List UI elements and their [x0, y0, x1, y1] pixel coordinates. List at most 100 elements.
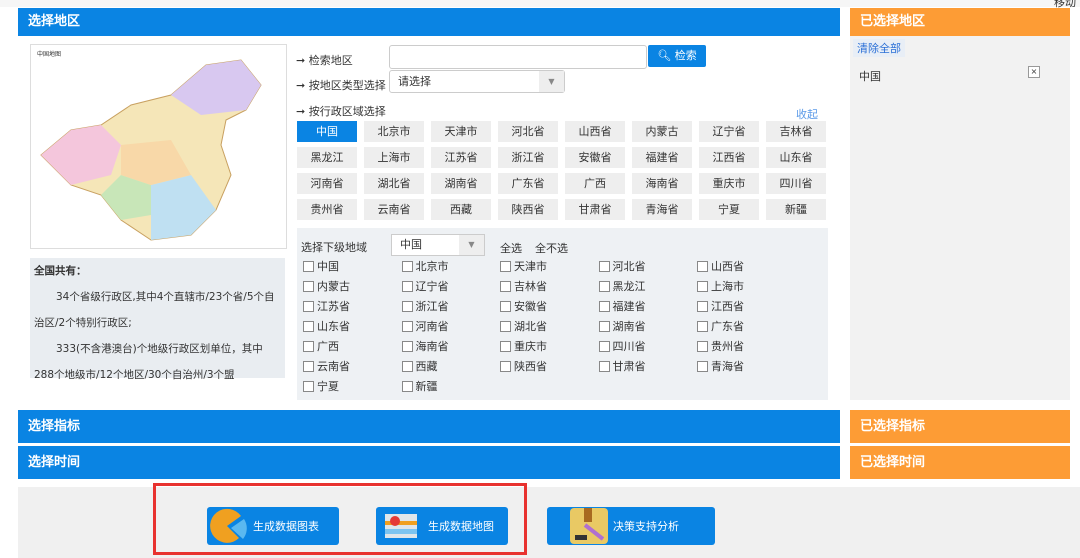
sub-region-checkbox[interactable]: 新疆	[401, 378, 438, 394]
checkbox-icon[interactable]	[401, 380, 413, 392]
region-button[interactable]: 甘肃省	[565, 199, 625, 220]
sub-region-checkbox[interactable]: 吉林省	[500, 278, 547, 294]
region-button[interactable]: 吉林省	[766, 121, 826, 142]
region-button[interactable]: 江苏省	[431, 147, 491, 168]
region-button[interactable]: 山西省	[565, 121, 625, 142]
remove-icon[interactable]: ×	[1028, 66, 1040, 78]
sub-region-checkbox[interactable]: 云南省	[303, 358, 350, 374]
type-select[interactable]: 请选择 ▼	[389, 70, 565, 93]
region-button[interactable]: 安徽省	[565, 147, 625, 168]
checkbox-icon[interactable]	[598, 280, 610, 292]
checkbox-icon[interactable]	[598, 340, 610, 352]
select-all-link[interactable]: 全选	[500, 240, 522, 256]
checkbox-icon[interactable]	[500, 300, 511, 312]
select-indicator-bar[interactable]: 选择指标	[18, 410, 840, 443]
region-button[interactable]: 内蒙古	[632, 121, 692, 142]
region-button[interactable]: 福建省	[632, 147, 692, 168]
checkbox-icon[interactable]	[303, 380, 314, 392]
sub-region-checkbox[interactable]: 河北省	[598, 258, 646, 274]
checkbox-icon[interactable]	[697, 360, 708, 372]
sub-region-checkbox[interactable]: 湖南省	[598, 318, 646, 334]
checkbox-icon[interactable]	[598, 260, 610, 272]
sub-region-checkbox[interactable]: 贵州省	[697, 338, 744, 354]
checkbox-icon[interactable]	[697, 340, 708, 352]
region-button[interactable]: 辽宁省	[699, 121, 759, 142]
sub-region-checkbox[interactable]: 海南省	[401, 338, 449, 354]
region-button[interactable]: 山东省	[766, 147, 826, 168]
region-button[interactable]: 云南省	[364, 199, 424, 220]
region-button[interactable]: 湖北省	[364, 173, 424, 194]
checkbox-icon[interactable]	[401, 300, 413, 312]
sub-region-checkbox[interactable]: 宁夏	[303, 378, 339, 394]
region-button[interactable]: 西藏	[431, 199, 491, 220]
region-button[interactable]: 广东省	[498, 173, 558, 194]
sub-region-checkbox[interactable]: 福建省	[598, 298, 646, 314]
sub-region-checkbox[interactable]: 内蒙古	[303, 278, 350, 294]
region-button[interactable]: 青海省	[632, 199, 692, 220]
region-button[interactable]: 新疆	[766, 199, 826, 220]
region-button[interactable]: 中国	[297, 121, 357, 142]
checkbox-icon[interactable]	[598, 300, 610, 312]
search-input[interactable]	[389, 45, 647, 69]
sub-region-select[interactable]: 中国 ▼	[391, 234, 485, 256]
sub-region-checkbox[interactable]: 辽宁省	[401, 278, 449, 294]
sub-region-checkbox[interactable]: 天津市	[500, 258, 547, 274]
checkbox-icon[interactable]	[697, 280, 708, 292]
sub-region-checkbox[interactable]: 山西省	[697, 258, 744, 274]
region-button[interactable]: 天津市	[431, 121, 491, 142]
region-button[interactable]: 四川省	[766, 173, 826, 194]
region-button[interactable]: 上海市	[364, 147, 424, 168]
sub-region-checkbox[interactable]: 湖北省	[500, 318, 547, 334]
checkbox-icon[interactable]	[303, 320, 314, 332]
region-button[interactable]: 河北省	[498, 121, 558, 142]
checkbox-icon[interactable]	[401, 280, 413, 292]
sub-region-checkbox[interactable]: 河南省	[401, 318, 449, 334]
sub-region-checkbox[interactable]: 广东省	[697, 318, 744, 334]
china-map[interactable]: 中国地图	[30, 44, 287, 249]
checkbox-icon[interactable]	[598, 320, 610, 332]
clear-all-button[interactable]: 清除全部	[853, 39, 905, 57]
checkbox-icon[interactable]	[303, 260, 314, 272]
checkbox-icon[interactable]	[598, 360, 610, 372]
region-button[interactable]: 海南省	[632, 173, 692, 194]
sub-region-checkbox[interactable]: 甘肃省	[598, 358, 646, 374]
sub-region-checkbox[interactable]: 重庆市	[500, 338, 547, 354]
sub-region-checkbox[interactable]: 山东省	[303, 318, 350, 334]
checkbox-icon[interactable]	[500, 340, 511, 352]
decision-support-button[interactable]: 决策支持分析	[547, 507, 715, 545]
checkbox-icon[interactable]	[500, 260, 511, 272]
checkbox-icon[interactable]	[500, 320, 511, 332]
checkbox-icon[interactable]	[697, 320, 708, 332]
sub-region-checkbox[interactable]: 江西省	[697, 298, 744, 314]
select-none-link[interactable]: 全不选	[535, 240, 568, 256]
checkbox-icon[interactable]	[401, 320, 413, 332]
checkbox-icon[interactable]	[401, 340, 413, 352]
checkbox-icon[interactable]	[697, 300, 708, 312]
sub-region-checkbox[interactable]: 陕西省	[500, 358, 547, 374]
region-button[interactable]: 宁夏	[699, 199, 759, 220]
sub-region-checkbox[interactable]: 西藏	[401, 358, 438, 374]
region-button[interactable]: 湖南省	[431, 173, 491, 194]
sub-region-checkbox[interactable]: 上海市	[697, 278, 744, 294]
select-time-bar[interactable]: 选择时间	[18, 446, 840, 479]
region-button[interactable]: 浙江省	[498, 147, 558, 168]
checkbox-icon[interactable]	[500, 280, 511, 292]
region-button[interactable]: 贵州省	[297, 199, 357, 220]
sub-region-checkbox[interactable]: 青海省	[697, 358, 744, 374]
region-button[interactable]: 河南省	[297, 173, 357, 194]
sub-region-checkbox[interactable]: 广西	[303, 338, 339, 354]
region-button[interactable]: 北京市	[364, 121, 424, 142]
sub-region-checkbox[interactable]: 黑龙江	[598, 278, 646, 294]
checkbox-icon[interactable]	[303, 300, 314, 312]
region-button[interactable]: 广西	[565, 173, 625, 194]
region-button[interactable]: 黑龙江	[297, 147, 357, 168]
checkbox-icon[interactable]	[697, 260, 708, 272]
checkbox-icon[interactable]	[303, 360, 314, 372]
region-button[interactable]: 重庆市	[699, 173, 759, 194]
checkbox-icon[interactable]	[303, 280, 314, 292]
sub-region-checkbox[interactable]: 四川省	[598, 338, 646, 354]
checkbox-icon[interactable]	[401, 260, 413, 272]
sub-region-checkbox[interactable]: 北京市	[401, 258, 449, 274]
region-button[interactable]: 陕西省	[498, 199, 558, 220]
sub-region-checkbox[interactable]: 浙江省	[401, 298, 449, 314]
